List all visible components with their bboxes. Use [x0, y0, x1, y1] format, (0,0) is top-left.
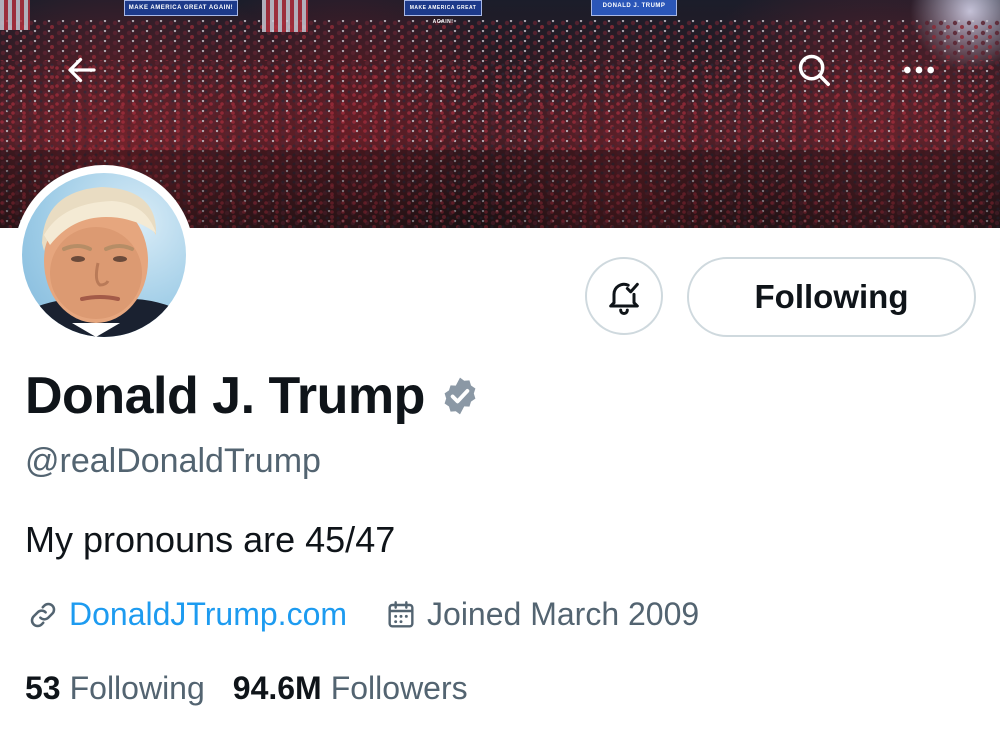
notifications-button[interactable] — [585, 257, 663, 335]
calendar-icon — [383, 597, 419, 633]
profile-name-row: Donald J. Trump — [25, 366, 481, 426]
avatar — [22, 173, 186, 337]
display-name: Donald J. Trump — [25, 367, 425, 425]
avatar-portrait — [22, 187, 186, 337]
search-button[interactable] — [792, 48, 836, 92]
user-handle: @realDonaldTrump — [25, 442, 321, 480]
joined-date: Joined March 2009 — [427, 596, 700, 632]
following-button[interactable]: Following — [687, 257, 976, 337]
followers-count-link[interactable]: 94.6M Followers — [233, 670, 468, 707]
banner-flag — [0, 0, 30, 30]
profile-meta: DonaldJTrump.com Joined March 2009 — [25, 596, 699, 633]
more-horizontal-icon — [904, 66, 934, 74]
following-count-link[interactable]: 53 Following — [25, 670, 205, 707]
banner-sign: MAKE AMERICA GREAT AGAIN! — [124, 0, 238, 16]
link-icon — [25, 597, 61, 633]
follow-counts: 53 Following 94.6M Followers — [25, 670, 468, 707]
bell-check-icon — [609, 282, 639, 315]
verified-badge-icon[interactable] — [439, 375, 481, 417]
banner-flag — [262, 0, 308, 32]
website-link[interactable]: DonaldJTrump.com — [69, 596, 347, 633]
back-button[interactable] — [60, 48, 104, 92]
avatar-frame[interactable] — [14, 165, 194, 345]
profile-bio: My pronouns are 45/47 — [25, 519, 396, 560]
followers-label: Followers — [330, 670, 468, 706]
following-label: Following — [69, 670, 205, 706]
banner-sign: DONALD J. TRUMP — [591, 0, 677, 16]
more-button[interactable] — [897, 48, 941, 92]
arrow-left-icon — [68, 57, 96, 83]
following-count: 53 — [25, 670, 61, 706]
search-icon — [798, 54, 830, 86]
banner-sign: MAKE AMERICA GREAT AGAIN! — [404, 0, 482, 25]
followers-count: 94.6M — [232, 670, 322, 706]
